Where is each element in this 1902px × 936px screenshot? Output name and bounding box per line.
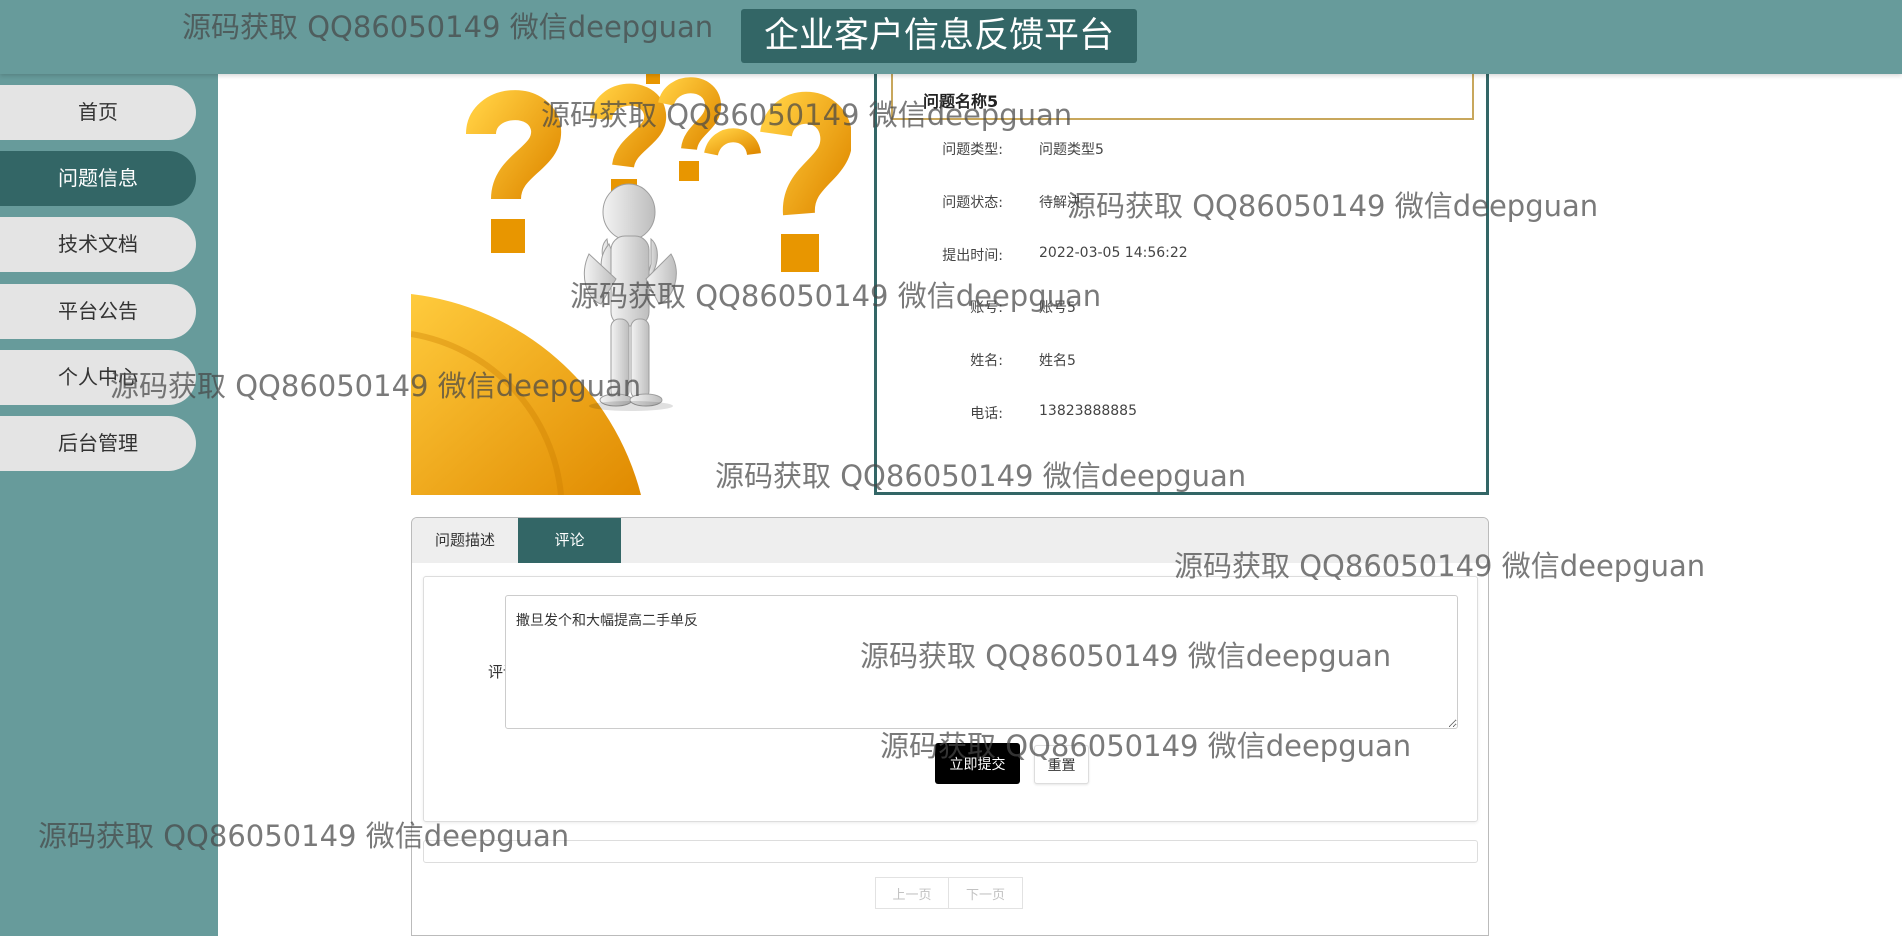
question-name-box: 问题名称5 (891, 74, 1474, 120)
platform-title: 企业客户信息反馈平台 (741, 9, 1137, 63)
info-value: 2022-03-05 14:56:22 (1039, 245, 1188, 261)
info-label: 问题类型: (942, 142, 1003, 158)
top-header: 企业客户信息反馈平台 (0, 0, 1902, 74)
comment-form: 评论 立即提交 重置 (423, 576, 1478, 822)
detail-tabs-panel: 问题描述 评论 评论 立即提交 重置 上一页 下一页 (411, 517, 1489, 936)
info-row-status: 问题状态: 待解决 (877, 192, 1486, 214)
info-row-type: 问题类型: 问题类型5 (877, 139, 1486, 161)
info-row-name: 姓名: 姓名5 (877, 350, 1486, 372)
info-value: 账号5 (1039, 300, 1076, 316)
submit-button[interactable]: 立即提交 (935, 743, 1020, 784)
sidebar-item-questions[interactable]: 问题信息 (0, 151, 196, 206)
sidebar: 首页 问题信息 技术文档 平台公告 个人中心 后台管理 (0, 74, 218, 936)
next-page-button[interactable]: 下一页 (949, 877, 1023, 909)
tab-comments[interactable]: 评论 (518, 518, 621, 563)
info-row-phone: 电话: 13823888885 (877, 403, 1486, 425)
info-label: 电话: (970, 406, 1003, 422)
info-row-account: 账号: 账号5 (877, 297, 1486, 319)
reset-button[interactable]: 重置 (1034, 745, 1089, 784)
info-value: 13823888885 (1039, 403, 1137, 419)
sidebar-item-home[interactable]: 首页 (0, 85, 196, 140)
sidebar-item-tech-docs[interactable]: 技术文档 (0, 217, 196, 272)
question-marks-figure-image (411, 74, 851, 495)
sidebar-item-announcements[interactable]: 平台公告 (0, 284, 196, 339)
info-value: 问题类型5 (1039, 142, 1104, 158)
info-label: 提出时间: (942, 248, 1003, 264)
question-name: 问题名称5 (923, 92, 999, 111)
comment-textarea[interactable] (505, 595, 1458, 729)
tab-description[interactable]: 问题描述 (412, 518, 518, 563)
info-value: 姓名5 (1039, 353, 1076, 369)
question-illustration (411, 74, 851, 495)
pagination: 上一页 下一页 (875, 877, 1023, 909)
info-label: 问题状态: (942, 195, 1003, 211)
question-detail-panel: 问题名称5 问题类型: 问题类型5 问题状态: 待解决 提出时间: 2022-0… (874, 74, 1489, 495)
prev-page-button[interactable]: 上一页 (875, 877, 949, 909)
comment-list (423, 840, 1478, 863)
info-label: 账号: (970, 300, 1003, 316)
tab-bar: 问题描述 评论 (412, 518, 1488, 563)
sidebar-item-admin[interactable]: 后台管理 (0, 416, 196, 471)
info-row-time: 提出时间: 2022-03-05 14:56:22 (877, 245, 1486, 267)
info-label: 姓名: (970, 353, 1003, 369)
sidebar-item-personal-center[interactable]: 个人中心 (0, 350, 196, 405)
info-value: 待解决 (1039, 195, 1081, 211)
